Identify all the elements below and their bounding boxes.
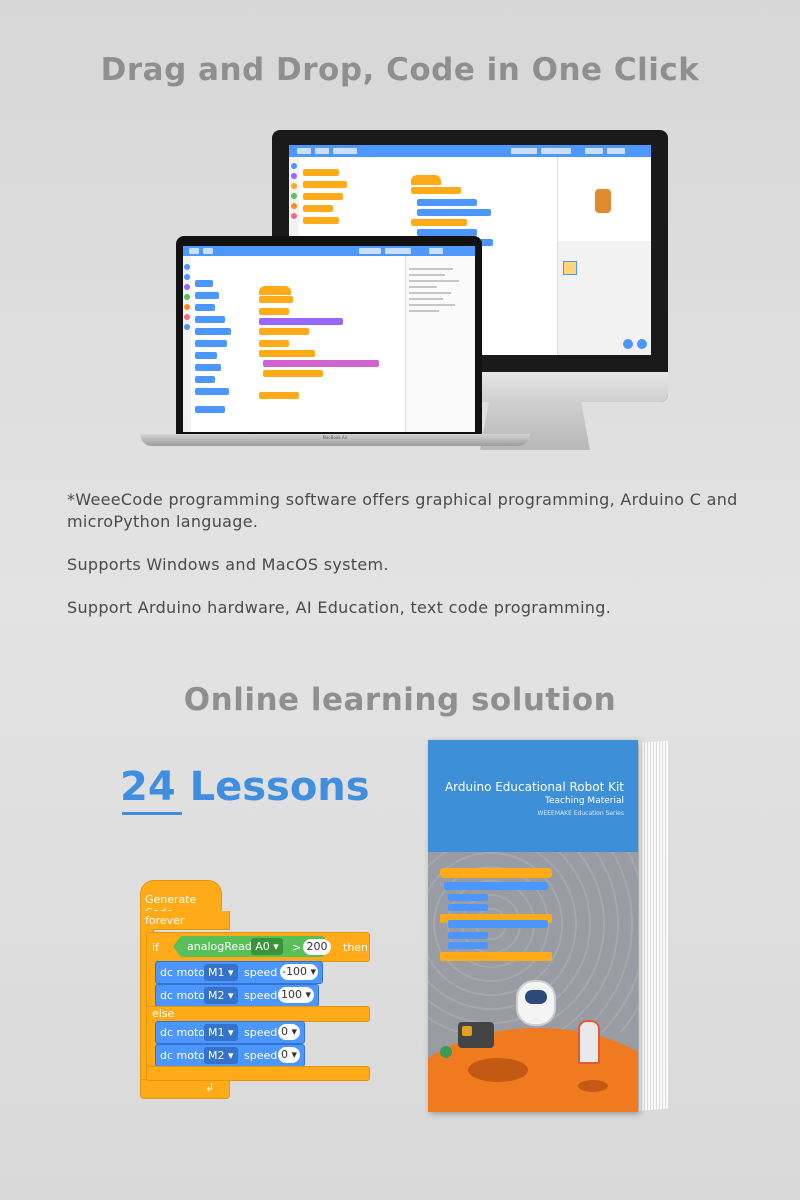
- motor-select-4[interactable]: M2 ▾: [204, 1047, 238, 1064]
- speed-value-3[interactable]: 0 ▾: [278, 1024, 300, 1040]
- book-series: WEEEMAKE Education Series: [537, 810, 624, 817]
- speed-label: speed: [244, 989, 278, 1002]
- speed-value-1[interactable]: -100 ▾: [280, 964, 318, 980]
- robot-car-illustration: [458, 1022, 494, 1048]
- lessons-underline: [122, 812, 182, 815]
- book-cover-header: Arduino Educational Robot Kit Teaching M…: [428, 740, 638, 852]
- speed-label: speed: [244, 1049, 278, 1062]
- speed-value-2[interactable]: 100 ▾: [278, 987, 314, 1003]
- pin-dropdown[interactable]: A0 ▾: [251, 938, 283, 955]
- mini-block: [448, 942, 488, 949]
- ide-menubar: [289, 145, 651, 157]
- motor-label: dc motor: [160, 1049, 210, 1062]
- mini-block: [444, 882, 548, 890]
- laptop-label: MacBook Air: [322, 435, 348, 440]
- analogread-label: analogRead: [187, 940, 252, 953]
- crater: [468, 1058, 528, 1082]
- mini-block: [448, 904, 488, 911]
- analogread-reporter: analogRead A0 ▾: [181, 937, 287, 956]
- crater: [578, 1080, 608, 1092]
- motor-select-1[interactable]: M1 ▾: [204, 964, 238, 981]
- mini-block: [448, 920, 548, 928]
- feature-text-hardware: Support Arduino hardware, AI Education, …: [67, 598, 612, 617]
- forever-block-top: forever: [140, 911, 230, 930]
- threshold-value[interactable]: 200: [303, 939, 331, 955]
- motor-block-2: dc motor M2 ▾ speed 100 ▾: [155, 984, 319, 1007]
- forever-block-bottom: ↲: [140, 1079, 230, 1099]
- hat-block: Generate Code: [140, 880, 222, 919]
- motor-select-3[interactable]: M1 ▾: [204, 1024, 238, 1041]
- book-title: Arduino Educational Robot Kit: [444, 780, 624, 794]
- ide-menubar: [183, 246, 475, 256]
- feature-text-os: Supports Windows and MacOS system.: [67, 555, 389, 574]
- speed-label: speed: [244, 966, 278, 979]
- motor-block-1: dc motor M1 ▾ speed -100 ▾: [155, 961, 323, 984]
- astronaut-illustration: [516, 980, 556, 1026]
- operator-label: >: [292, 941, 302, 954]
- earth-icon: [440, 1046, 452, 1058]
- else-label: else: [152, 1007, 175, 1020]
- motor-label: dc motor: [160, 1026, 210, 1039]
- rocket-illustration: [578, 1020, 600, 1064]
- forever-label: forever: [145, 914, 185, 927]
- loop-arrow-icon: ↲: [205, 1081, 215, 1094]
- mini-block: [440, 868, 552, 878]
- feature-text-languages: *WeeeCode programming software offers gr…: [67, 490, 738, 531]
- section-title-drag-drop: Drag and Drop, Code in One Click: [100, 52, 700, 88]
- speed-value-4[interactable]: 0 ▾: [278, 1047, 300, 1063]
- motor-label: dc motor: [160, 989, 210, 1002]
- else-bar: else: [146, 1006, 370, 1022]
- laptop-screen-weeecode-ide: [183, 246, 475, 432]
- motor-select-2[interactable]: M2 ▾: [204, 987, 238, 1004]
- section-title-online-learning: Online learning solution: [183, 682, 617, 718]
- motor-label: dc motor: [160, 966, 210, 979]
- motor-block-4: dc motor M2 ▾ speed 0 ▾: [155, 1044, 305, 1067]
- lessons-count-heading: 24 Lessons: [120, 764, 370, 810]
- if-block-footer: [146, 1066, 370, 1081]
- mini-block: [440, 952, 552, 961]
- book-subtitle: Teaching Material: [544, 796, 624, 806]
- if-block-header: if then analogRead A0 ▾ > 200: [146, 932, 370, 962]
- mini-block: [448, 932, 488, 939]
- speed-label: speed: [244, 1026, 278, 1039]
- motor-block-3: dc motor M1 ▾ speed 0 ▾: [155, 1021, 305, 1044]
- if-label: if: [152, 941, 159, 954]
- teaching-material-book: Arduino Educational Robot Kit Teaching M…: [428, 740, 638, 1112]
- mini-block: [448, 894, 488, 901]
- then-label: then: [343, 941, 369, 954]
